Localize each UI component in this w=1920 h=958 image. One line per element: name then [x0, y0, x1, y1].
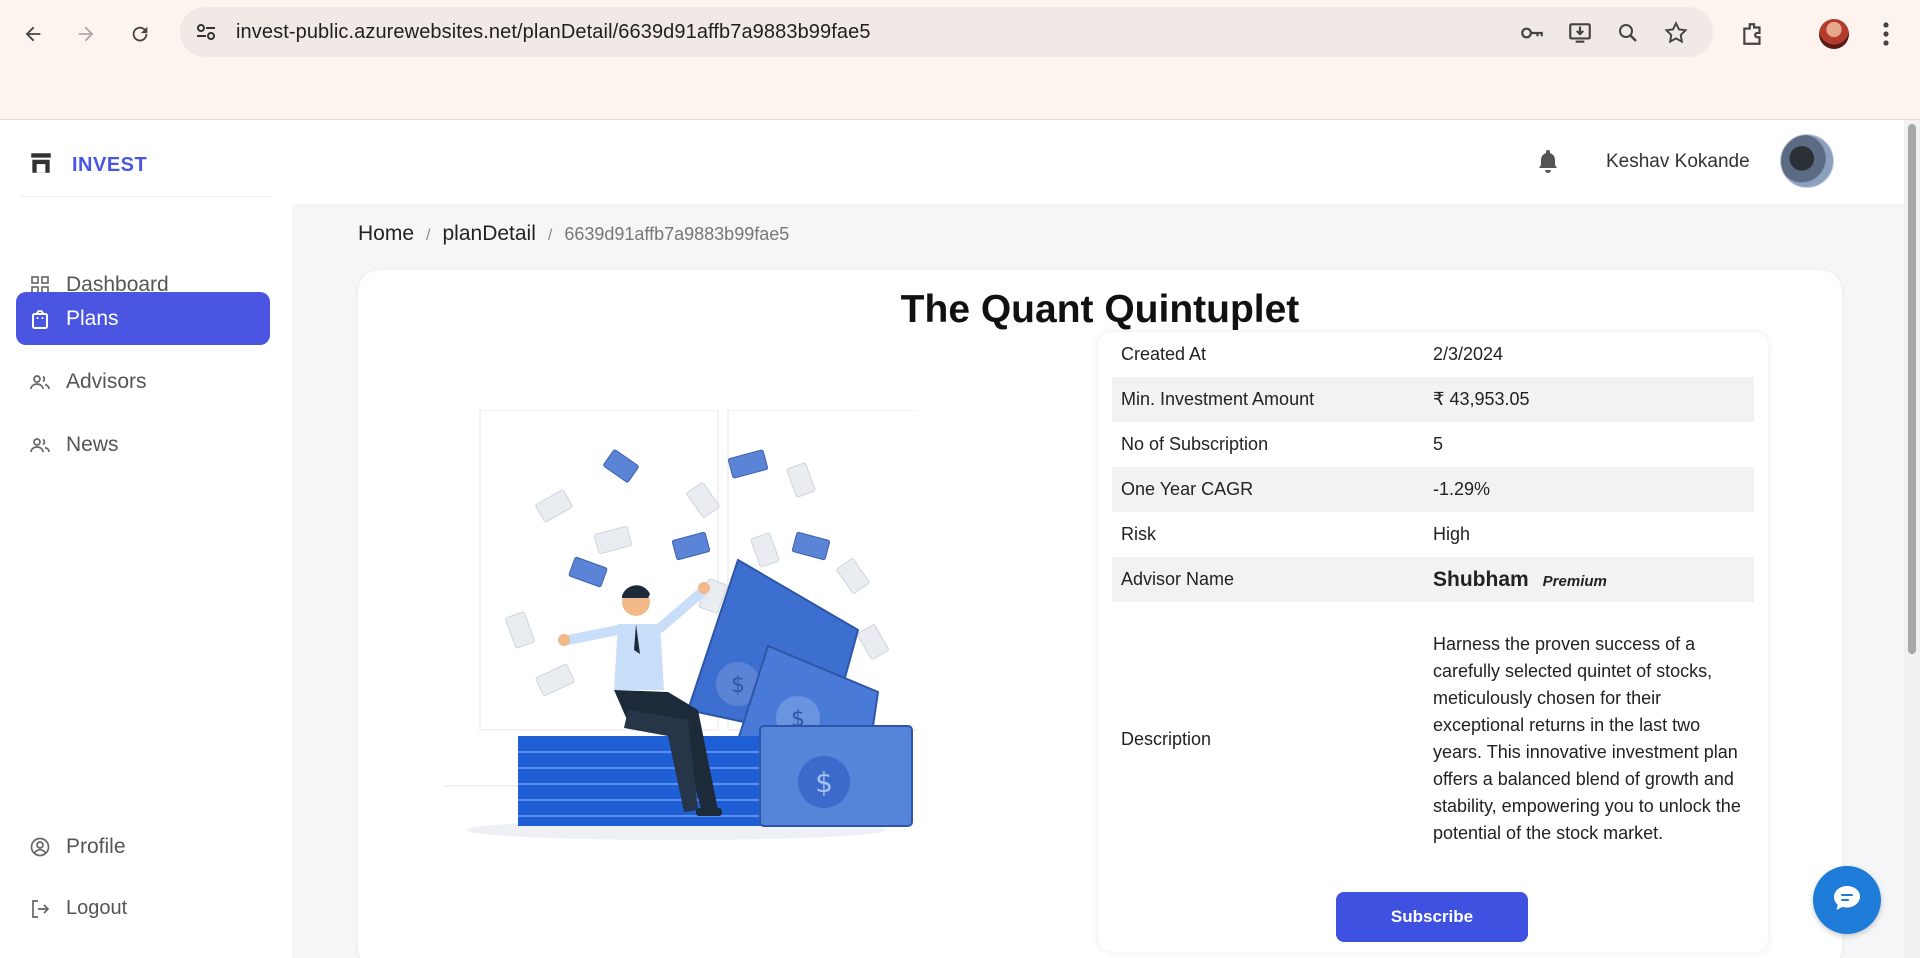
- table-row: Min. Investment Amount ₹ 43,953.05: [1112, 377, 1754, 422]
- breadcrumb-separator: /: [426, 227, 431, 244]
- divider: [20, 196, 270, 197]
- top-bar: Keshav Kokande: [292, 120, 1920, 204]
- row-label: One Year CAGR: [1121, 479, 1254, 499]
- sidebar-item-logout[interactable]: Logout: [16, 882, 270, 935]
- breadcrumb-separator: /: [547, 227, 553, 244]
- row-label: No of Subscription: [1121, 434, 1269, 454]
- people-icon: [30, 435, 50, 455]
- scrollbar-thumb[interactable]: [1908, 124, 1916, 654]
- zoom-icon[interactable]: [1614, 19, 1642, 47]
- table-row: Advisor Name Shubham Premium: [1112, 557, 1754, 602]
- row-value: High: [1433, 524, 1471, 544]
- logout-icon: [30, 899, 50, 919]
- sidebar-item-label: Logout: [66, 897, 128, 919]
- sidebar-item-advisors[interactable]: Advisors: [16, 355, 270, 408]
- store-icon: [28, 150, 54, 181]
- address-bar[interactable]: invest-public.azurewebsites.net/planDeta…: [180, 7, 1713, 57]
- avatar[interactable]: [1780, 134, 1834, 188]
- advisor-name[interactable]: Shubham: [1433, 568, 1529, 591]
- row-label: Description: [1121, 728, 1212, 749]
- bell-icon[interactable]: [1536, 148, 1560, 179]
- sidebar-item-label: Profile: [66, 834, 126, 858]
- row-label: Min. Investment Amount: [1121, 389, 1315, 409]
- money-illustration: $ $ $: [438, 409, 967, 850]
- install-app-icon[interactable]: [1566, 19, 1594, 47]
- table-row: Description Harness the proven success o…: [1112, 604, 1754, 874]
- reload-icon[interactable]: [120, 14, 160, 54]
- key-icon[interactable]: [1518, 19, 1546, 47]
- table-row: No of Subscription 5: [1112, 422, 1754, 467]
- row-label: Advisor Name: [1121, 569, 1235, 589]
- table-row: Created At 2/3/2024: [1112, 332, 1754, 377]
- breadcrumb: Home / planDetail / 6639d91affb7a9883b99…: [358, 222, 789, 246]
- subscribe-button[interactable]: Subscribe: [1336, 892, 1528, 942]
- svg-text:$: $: [731, 673, 745, 698]
- svg-text:$: $: [815, 766, 833, 799]
- bookmark-star-icon[interactable]: [1662, 19, 1690, 47]
- plan-description: Harness the proven success of a carefull…: [1433, 634, 1741, 843]
- sidebar-item-news[interactable]: News: [16, 418, 270, 471]
- table-row: Risk High: [1112, 512, 1754, 557]
- user-circle-icon: [30, 837, 50, 857]
- back-icon[interactable]: [13, 14, 53, 54]
- menu-kebab-icon[interactable]: [1866, 14, 1906, 54]
- browser-chrome: invest-public.azurewebsites.net/planDeta…: [0, 0, 1920, 120]
- breadcrumb-section[interactable]: planDetail: [442, 222, 535, 246]
- plan-details-table: Created At 2/3/2024 Min. Investment Amou…: [1098, 332, 1768, 952]
- premium-badge: Premium: [1542, 572, 1607, 590]
- logo[interactable]: INVEST: [28, 150, 147, 181]
- sidebar: INVEST Dashboard Plans Advisors News Pro…: [0, 120, 292, 958]
- plan-title: The Quant Quintuplet: [900, 288, 1300, 331]
- sidebar-item-label: News: [66, 432, 119, 456]
- sidebar-item-label: Advisors: [66, 369, 147, 393]
- table-row: One Year CAGR -1.29%: [1112, 467, 1754, 512]
- breadcrumb-current: 6639d91affb7a9883b99fae5: [564, 224, 790, 244]
- chat-button[interactable]: [1813, 866, 1881, 934]
- row-value: Shubham Premium: [1433, 568, 1754, 592]
- breadcrumb-home[interactable]: Home: [358, 222, 414, 246]
- site-settings-icon[interactable]: [194, 20, 218, 49]
- browser-profile-avatar[interactable]: [1819, 19, 1849, 49]
- sidebar-item-label: Plans: [66, 306, 119, 330]
- username[interactable]: Keshav Kokande: [1606, 151, 1750, 173]
- sidebar-item-profile[interactable]: Profile: [16, 820, 270, 873]
- row-value: -1.29%: [1433, 479, 1491, 499]
- forward-icon[interactable]: [66, 14, 106, 54]
- main-content: Keshav Kokande Home / planDetail / 6639d…: [292, 120, 1920, 958]
- page-scrollbar[interactable]: [1904, 120, 1920, 958]
- row-label: Created At: [1121, 344, 1207, 364]
- row-value: ₹ 43,953.05: [1433, 389, 1530, 409]
- row-label: Risk: [1121, 524, 1156, 544]
- bag-icon: [30, 309, 50, 329]
- people-icon: [30, 372, 50, 392]
- row-value: 2/3/2024: [1433, 344, 1504, 364]
- chat-bubble-icon: [1832, 884, 1862, 917]
- sidebar-item-plans[interactable]: Plans: [16, 292, 270, 345]
- url-text[interactable]: invest-public.azurewebsites.net/planDeta…: [236, 21, 871, 44]
- plan-card: The Quant Quintuplet $ $ $ Created At 2/…: [358, 270, 1842, 958]
- extensions-icon[interactable]: [1733, 14, 1773, 54]
- logo-text: INVEST: [72, 154, 148, 176]
- row-value: 5: [1433, 434, 1444, 454]
